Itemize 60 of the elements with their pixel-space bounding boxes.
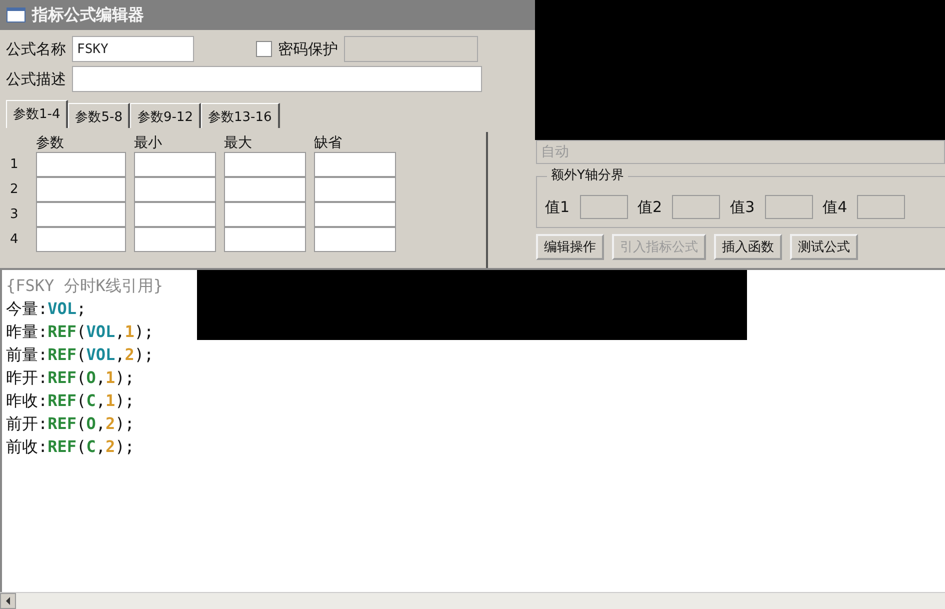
param-field[interactable]: [224, 202, 306, 227]
param-field[interactable]: [314, 177, 396, 202]
column-header: 最小: [134, 134, 163, 152]
toolbar-button[interactable]: 测试公式: [790, 234, 858, 260]
row-number: 4: [10, 232, 20, 247]
param-field[interactable]: [36, 152, 126, 177]
description-field[interactable]: [72, 66, 482, 92]
param-field[interactable]: [314, 202, 396, 227]
column-header: 缺省: [314, 134, 343, 152]
window-title: 指标公式编辑器: [32, 4, 144, 26]
bound-field[interactable]: [672, 195, 720, 219]
row-number: 2: [10, 182, 20, 197]
column-header: 最大: [224, 134, 253, 152]
field-label: 值4: [822, 198, 848, 216]
code-line: 昨开:REF(O,1);: [6, 367, 136, 389]
tab[interactable]: 参数1-4: [6, 100, 68, 128]
column-header: 参数: [36, 134, 65, 152]
window-icon: [6, 7, 26, 23]
code-comment: {FSKY 分时K线引用}: [6, 276, 164, 295]
param-field[interactable]: [224, 177, 306, 202]
bound-field[interactable]: [857, 195, 906, 219]
toolbar-button[interactable]: 编辑操作: [536, 234, 604, 260]
code-line: 昨量:REF(VOL,1);: [6, 321, 155, 343]
param-field[interactable]: [314, 152, 396, 177]
group-title: 额外Y轴分界: [547, 168, 628, 184]
code-line: 前量:REF(VOL,2);: [6, 344, 155, 366]
tab[interactable]: 参数5-8: [68, 103, 130, 128]
horizontal-scrollbar[interactable]: [0, 592, 945, 609]
param-field[interactable]: [36, 227, 126, 252]
param-field[interactable]: [224, 152, 306, 177]
row-number: 1: [10, 157, 20, 172]
param-field[interactable]: [224, 227, 306, 252]
bound-field[interactable]: [580, 195, 628, 219]
tab[interactable]: 参数13-16: [200, 103, 280, 128]
code-line: 前收:REF(C,2);: [6, 436, 136, 458]
field-label: 值1: [545, 198, 570, 216]
code-line: 今量:VOL;: [6, 298, 88, 320]
param-field[interactable]: [134, 152, 216, 177]
param-field[interactable]: [36, 177, 126, 202]
toolbar-button[interactable]: 插入函数: [714, 234, 782, 260]
field-label: 公式描述: [6, 70, 66, 88]
bound-field[interactable]: [764, 195, 813, 219]
code-line: 昨收:REF(C,1);: [6, 390, 136, 412]
param-field[interactable]: [134, 177, 216, 202]
password-checkbox[interactable]: [256, 41, 272, 57]
name-field[interactable]: FSKY: [72, 36, 194, 62]
row-number: 3: [10, 207, 20, 222]
param-field[interactable]: [134, 227, 216, 252]
field-label: 值2: [638, 198, 662, 216]
param-field[interactable]: [314, 227, 396, 252]
scroll-left-icon[interactable]: [0, 593, 16, 609]
param-field[interactable]: [134, 202, 216, 227]
param-field[interactable]: [36, 202, 126, 227]
checkbox-label: 密码保护: [278, 40, 338, 58]
password-field[interactable]: [344, 36, 478, 62]
code-line: 前开:REF(O,2);: [6, 413, 136, 435]
field-label: 公式名称: [6, 40, 66, 58]
tab[interactable]: 参数9-12: [130, 103, 201, 128]
code-editor[interactable]: {FSKY 分时K线引用} 今量:VOL; 昨量:REF(VOL,1); 前量:REF(VOL,2); 昨开:REF(O,1); 昨收:REF(C,1); 前开:REF(O,2); 前收:REF(C,2);: [0, 268, 945, 592]
field-label: 值3: [730, 198, 755, 216]
